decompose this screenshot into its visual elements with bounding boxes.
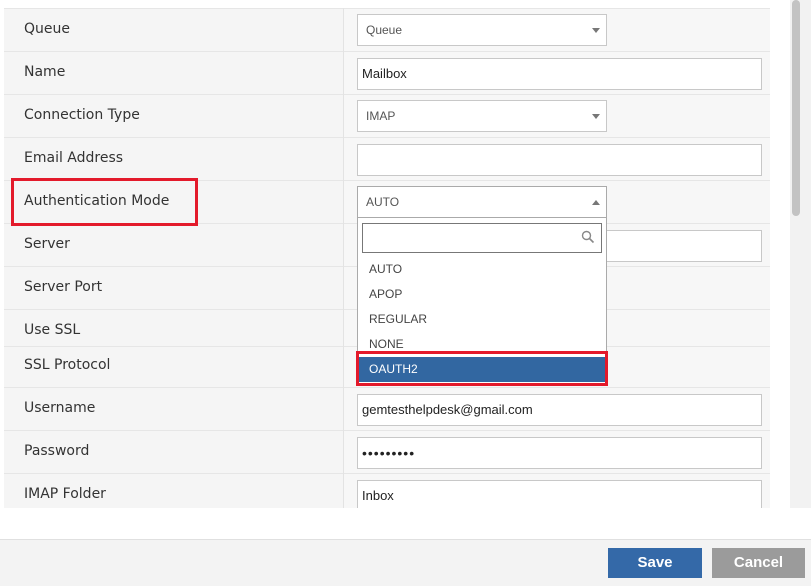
row-separator [4,387,770,388]
dropdown-search-input[interactable] [362,223,602,253]
dropdown-option-auto[interactable]: AUTO [359,257,605,282]
row-separator [4,430,770,431]
cancel-button[interactable]: Cancel [712,548,805,578]
dropdown-option-none[interactable]: NONE [359,332,605,357]
ssl-protocol-label: SSL Protocol [24,357,111,373]
row-separator [4,8,770,9]
use-ssl-label: Use SSL [24,322,81,338]
server-port-label: Server Port [24,279,103,295]
row-separator [4,137,770,138]
imap-folder-input[interactable]: Inbox [357,480,762,508]
row-separator [4,51,770,52]
authentication-mode-label: Authentication Mode [24,193,170,209]
password-input[interactable]: ••••••••• [357,437,762,469]
name-label: Name [24,64,66,80]
imap-folder-label: IMAP Folder [24,486,106,502]
connection-type-label: Connection Type [24,107,140,123]
caret-up-icon [592,200,600,205]
username-input[interactable]: gemtesthelpdesk@gmail.com [357,394,762,426]
password-label: Password [24,443,90,459]
mailbox-form: Queue Name Connection Type Email Address… [0,0,790,508]
scrollbar-thumb[interactable] [792,0,800,216]
row-separator [4,180,770,181]
dropdown-option-apop[interactable]: APOP [359,282,605,307]
email-address-input[interactable] [357,144,762,176]
queue-select-value: Queue [366,23,403,37]
caret-down-icon [592,28,600,33]
username-label: Username [24,400,96,416]
row-separator [4,473,770,474]
search-icon [581,230,595,244]
connection-type-select[interactable]: IMAP [357,100,607,132]
queue-select[interactable]: Queue [357,14,607,46]
save-button[interactable]: Save [608,548,702,578]
authentication-mode-select[interactable]: AUTO [357,186,607,218]
email-address-label: Email Address [24,150,124,166]
dropdown-option-oauth2[interactable]: OAUTH2 [359,357,605,382]
queue-label: Queue [24,21,70,37]
row-separator [4,94,770,95]
connection-type-select-value: IMAP [366,109,396,123]
name-input[interactable]: Mailbox [357,58,762,90]
dropdown-option-regular[interactable]: REGULAR [359,307,605,332]
authentication-mode-select-value: AUTO [366,195,400,209]
server-label: Server [24,236,70,252]
column-divider [343,8,344,508]
caret-down-icon [592,114,600,119]
authentication-mode-dropdown: AUTO APOP REGULAR NONE OAUTH2 [357,217,607,385]
